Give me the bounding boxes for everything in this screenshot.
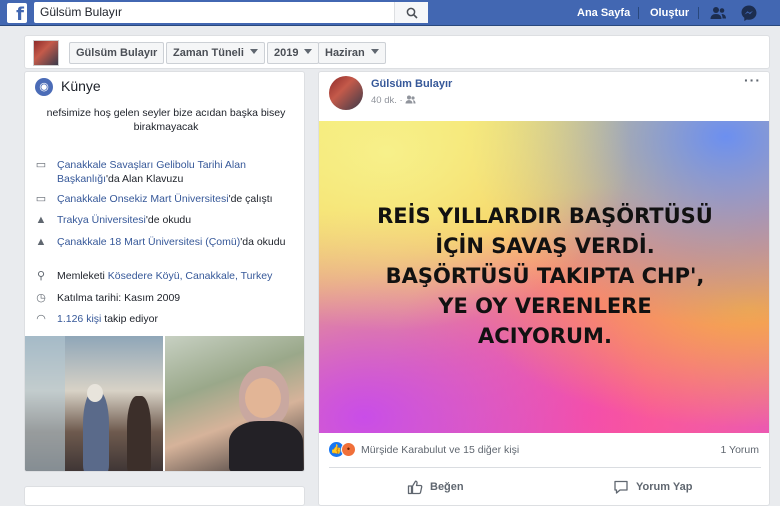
profile-avatar-small[interactable] (33, 40, 59, 66)
comment-label: Yorum Yap (636, 481, 693, 493)
info-suffix: takip ediyor (101, 313, 158, 325)
nav-separator (638, 7, 639, 19)
info-row-followers: ◠ 1.126 kişi takip ediyor (33, 312, 299, 326)
nav-home-link[interactable]: Ana Sayfa (577, 0, 630, 26)
info-row-education: ▲ Çanakkale 18 Mart Üniversitesi (Çomü)'… (33, 235, 299, 249)
facebook-logo[interactable]: f (7, 3, 27, 23)
nav-create-link[interactable]: Oluştur (650, 0, 689, 26)
friends-audience-icon (405, 95, 416, 104)
info-row-work: ▭ Çanakkale Savaşları Gelibolu Tarihi Al… (33, 158, 299, 186)
info-row-hometown: ⚲ Memleketi Kösedere Köyü, Canakkale, Tu… (33, 269, 299, 283)
info-prefix: Memleketi (57, 270, 108, 282)
like-button[interactable]: Beğen (407, 476, 464, 498)
intro-card: ◉ Künye nefsimize hoş gelen seyler bize … (24, 71, 305, 472)
info-text: Çanakkale Savaşları Gelibolu Tarihi Alan… (57, 158, 299, 186)
profile-name-button[interactable]: Gülsüm Bulayır (69, 42, 165, 64)
chevron-down-icon (249, 49, 258, 54)
graduation-cap-icon: ▲ (35, 214, 47, 226)
info-row-work: ▭ Çanakkale Onsekiz Mart Üniversitesi'de… (33, 192, 299, 206)
info-suffix: 'de okudu (145, 214, 192, 226)
info-text: Çanakkale Onsekiz Mart Üniversitesi'de ç… (57, 192, 273, 206)
thumbs-up-icon (407, 480, 423, 495)
comment-button[interactable]: Yorum Yap (613, 476, 692, 498)
timeline-section-label: Zaman Tüneli (173, 47, 244, 59)
reactions-text: Mürşide Karabulut ve 15 diğer kişi (361, 443, 520, 456)
profile-photo-thumbnail[interactable] (165, 336, 304, 471)
joined-date: Katılma tarihi: Kasım 2009 (57, 292, 181, 304)
info-row-education: ▲ Trakya Üniversitesi'de okudu (33, 213, 299, 227)
top-navigation-bar: f Gülsüm Bulayır Ana Sayfa Oluştur (0, 0, 780, 26)
year-label: 2019 (274, 47, 299, 59)
info-text: 1.126 kişi takip ediyor (57, 312, 158, 326)
post-image[interactable]: REİS YILLARDIR BAŞÖRTÜSÜ İÇİN SAVAŞ VERD… (319, 121, 769, 433)
chevron-down-icon (370, 49, 379, 54)
search-button[interactable] (394, 2, 428, 23)
info-text: Trakya Üniversitesi'de okudu (57, 213, 191, 227)
nav-separator (698, 7, 699, 19)
clock-icon: ◷ (36, 292, 46, 304)
friend-requests-icon[interactable] (709, 4, 727, 22)
month-dropdown[interactable]: Haziran (318, 42, 386, 64)
post-author-name[interactable]: Gülsüm Bulayır (371, 78, 452, 90)
info-text: Çanakkale 18 Mart Üniversitesi (Çomü)'da… (57, 235, 285, 249)
graduation-cap-icon: ▲ (35, 236, 47, 248)
search-icon (406, 7, 418, 19)
briefcase-icon: ▭ (35, 193, 47, 205)
school-link[interactable]: Çanakkale 18 Mart Üniversitesi (Çomü) (57, 236, 240, 248)
globe-icon: ◉ (35, 78, 53, 96)
post-options-button[interactable]: ··· (744, 72, 761, 88)
intro-title: Künye (61, 78, 101, 94)
search-input[interactable]: Gülsüm Bulayır (34, 2, 428, 23)
info-suffix: 'da Alan Klavuzu (106, 173, 184, 185)
timeline-nav-bar: Gülsüm Bulayır Zaman Tüneli 2019 Haziran (24, 35, 770, 69)
post-image-text: REİS YILLARDIR BAŞÖRTÜSÜ İÇİN SAVAŞ VERD… (377, 204, 713, 348)
workplace-link[interactable]: Çanakkale Onsekiz Mart Üniversitesi (57, 193, 229, 205)
divider (329, 467, 761, 468)
post-author-avatar[interactable] (329, 76, 363, 110)
school-link[interactable]: Trakya Üniversitesi (57, 214, 146, 226)
messenger-icon[interactable] (740, 4, 758, 22)
comment-bubble-icon (614, 480, 628, 494)
photo-grid (25, 336, 304, 471)
angry-reaction-icon: • (341, 442, 356, 457)
followers-link[interactable]: 1.126 kişi (57, 313, 101, 325)
location-pin-icon: ⚲ (36, 270, 46, 282)
year-dropdown[interactable]: 2019 (267, 42, 320, 64)
rss-icon: ◠ (36, 313, 46, 325)
chevron-down-icon (304, 49, 313, 54)
month-label: Haziran (325, 47, 365, 59)
post-time-text: 40 dk. · (371, 95, 403, 106)
info-row-joined: ◷ Katılma tarihi: Kasım 2009 (33, 291, 299, 305)
info-suffix: 'da okudu (240, 236, 286, 248)
info-text: Memleketi Kösedere Köyü, Canakkale, Turk… (57, 269, 272, 283)
post-card: Gülsüm Bulayır 40 dk. · ··· REİS YILLARD… (318, 71, 770, 506)
timeline-section-dropdown[interactable]: Zaman Tüneli (166, 42, 265, 64)
info-suffix: 'de çalıştı (228, 193, 273, 205)
comment-count-link[interactable]: 1 Yorum (720, 444, 759, 456)
profile-photo-thumbnail[interactable] (25, 336, 163, 471)
next-card (24, 486, 305, 506)
post-timestamp[interactable]: 40 dk. · (371, 95, 416, 106)
profile-bio: nefsimize hoş gelen seyler bize acıdan b… (46, 107, 286, 133)
briefcase-icon: ▭ (35, 159, 47, 171)
reactions-summary[interactable]: 👍 • Mürşide Karabulut ve 15 diğer kişi (329, 442, 519, 457)
hometown-link[interactable]: Kösedere Köyü, Canakkale, Turkey (108, 270, 273, 282)
like-label: Beğen (430, 481, 464, 493)
